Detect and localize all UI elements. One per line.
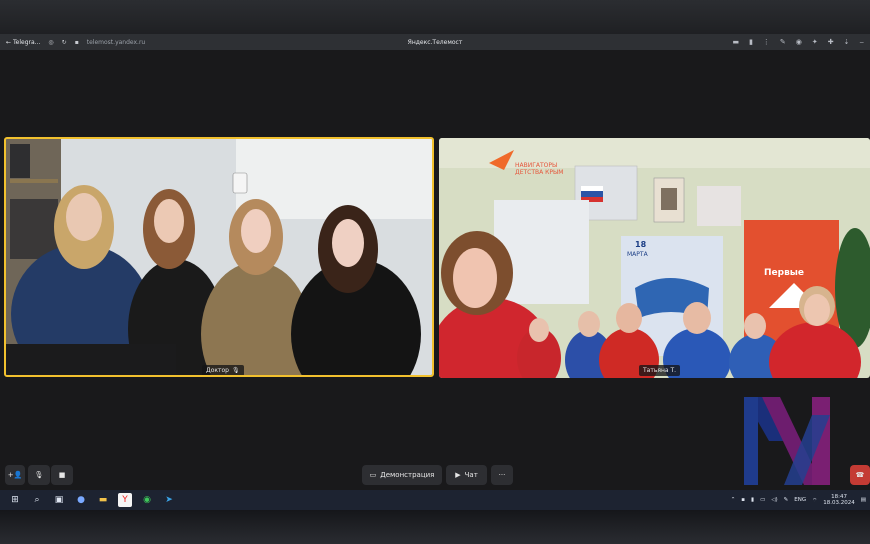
microphone-button[interactable]: 🎙 (28, 465, 50, 485)
chat-label: Чат (464, 471, 478, 479)
video-frame-tatiana (439, 138, 870, 378)
alice-icon[interactable]: ◉ (796, 38, 802, 46)
language-indicator[interactable]: ENG (794, 497, 806, 503)
wifi-icon[interactable]: ⌔ (812, 497, 817, 504)
chat-icon: ▶ (455, 471, 461, 479)
pen-icon[interactable]: ✎ (780, 38, 786, 46)
search-icon[interactable]: ⌕ (30, 493, 44, 507)
screen-share-button[interactable]: ▭ Демонстрация (362, 465, 442, 485)
clock[interactable]: 18:47 18.03.2024 (823, 494, 855, 506)
mic-tray-icon[interactable]: ▮ (751, 497, 754, 503)
participant-name: Татьяна Т. (643, 367, 677, 374)
folder-icon[interactable]: ▬ (96, 493, 110, 507)
participant-name-badge: Доктор 🎙 (202, 365, 244, 375)
telegram-icon[interactable]: ➤ (162, 493, 176, 507)
poster-date-day: 18 (635, 240, 647, 249)
participant-name: Доктор (206, 367, 229, 374)
windows-taskbar: ⊞ ⌕ ▣ ● ▬ Y ◉ ➤ ⌃ ▪ ▮ ▭ ◁) ✎ ENG ⌔ 18:47… (0, 490, 870, 510)
notifications-icon[interactable]: ▤ (861, 497, 866, 503)
video-camera-icon: ■ (58, 471, 66, 479)
camera-icon[interactable]: ▬ (732, 38, 739, 46)
address-bar[interactable]: telemost.yandex.ru (87, 39, 145, 46)
reload-icon[interactable]: ↻ (62, 39, 67, 46)
clock-date: 18.03.2024 (823, 500, 855, 506)
pen-tray-icon[interactable]: ✎ (784, 497, 789, 503)
security-icon[interactable]: ▪ (741, 497, 745, 503)
microphone-icon: 🎙 (231, 367, 240, 374)
channel-logo (744, 397, 830, 485)
add-participant-button[interactable]: +👤 (5, 465, 25, 485)
bookmark-icon[interactable]: ▮ (749, 38, 753, 46)
task-view-icon[interactable]: ▣ (52, 493, 66, 507)
extensions-icon[interactable]: ✚ (828, 38, 834, 46)
chevron-up-icon[interactable]: ⌃ (731, 497, 736, 503)
bulb-icon[interactable]: ✦ (812, 38, 818, 46)
bottom-blur-strip (0, 510, 870, 544)
participant-name-badge: Татьяна Т. (639, 365, 681, 376)
menu-icon[interactable]: ⋮ (763, 38, 770, 46)
top-blur-strip (0, 0, 870, 34)
arrow-left-icon: ← (6, 38, 12, 46)
video-frame-doctor (6, 139, 432, 375)
banner-brand: Первые (764, 268, 805, 278)
lock-icon: ▪ (74, 38, 79, 46)
browser-toolbar: ← Telegra... ◎ ↻ ▪ telemost.yandex.ru Ян… (0, 34, 870, 50)
monitor-icon[interactable]: ▭ (760, 497, 765, 503)
camera-button[interactable]: ■ (51, 465, 73, 485)
system-tray: ⌃ ▪ ▮ ▭ ◁) ✎ ENG ⌔ 18:47 18.03.2024 ▤ (731, 490, 866, 510)
add-person-icon: +👤 (7, 471, 23, 479)
screen-share-label: Демонстрация (380, 471, 435, 479)
minimize-icon[interactable]: ‒ (860, 38, 864, 46)
poster-date-month: МАРТА (627, 251, 648, 258)
hangup-icon: ☎ (855, 471, 865, 479)
whatsapp-icon[interactable]: ◉ (140, 493, 154, 507)
video-tile-doctor[interactable]: Доктор 🎙 (4, 137, 434, 377)
back-tab[interactable]: ← Telegra... (6, 39, 40, 46)
chat-button[interactable]: ▶ Чат (446, 465, 487, 485)
yandex-browser-icon[interactable]: Y (118, 493, 132, 507)
video-tile-tatiana[interactable]: НАВИГАТОРЫ ДЕТСТВА КРЫМ 18 МАРТА Первые … (439, 138, 870, 378)
volume-icon[interactable]: ◁) (771, 497, 777, 503)
more-button[interactable]: ··· (491, 465, 513, 485)
more-label: ··· (498, 471, 506, 479)
poster-navigators: НАВИГАТОРЫ ДЕТСТВА КРЫМ (515, 162, 564, 176)
shield-icon[interactable]: ◎ (48, 39, 53, 46)
screen-icon: ▭ (369, 471, 377, 479)
back-tab-label: Telegra... (13, 38, 41, 46)
app-people-icon[interactable]: ● (74, 493, 88, 507)
microphone-icon: 🎙 (34, 471, 44, 479)
end-call-button[interactable]: ☎ (850, 465, 870, 485)
download-icon[interactable]: ⇣ (844, 38, 850, 46)
windows-start-icon[interactable]: ⊞ (8, 493, 22, 507)
